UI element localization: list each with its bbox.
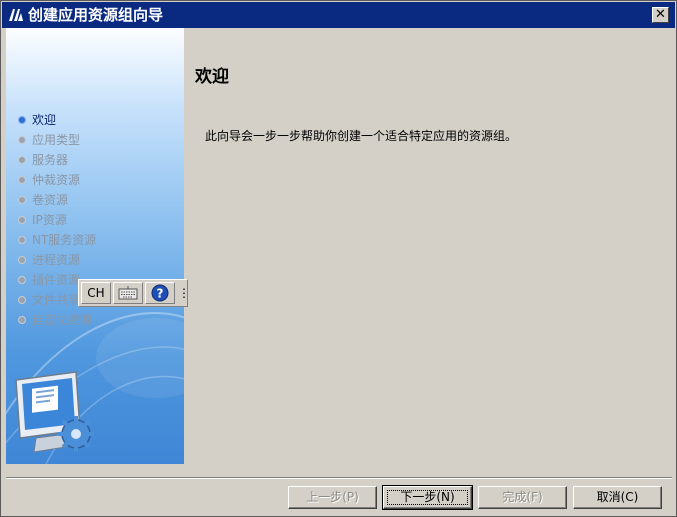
step-bullet-icon xyxy=(18,276,26,284)
step-quorum: 仲裁资源 xyxy=(18,170,96,190)
step-bullet-icon xyxy=(18,316,26,324)
next-button[interactable]: 下一步(N) xyxy=(382,485,473,510)
help-icon: ? xyxy=(151,284,169,302)
step-process: 进程资源 xyxy=(18,250,96,270)
ime-toolbar: CH ? ⋮ xyxy=(78,279,190,307)
step-volume: 卷资源 xyxy=(18,190,96,210)
step-bullet-icon xyxy=(18,296,26,304)
step-welcome: 欢迎 xyxy=(18,110,96,130)
wizard-side-panel: 欢迎 应用类型 服务器 仲裁资源 卷资源 IP资源 NT服务资源 进程资源 插件… xyxy=(6,28,184,464)
close-icon: ✕ xyxy=(655,7,666,22)
computer-monitor-icon xyxy=(6,368,106,464)
keyboard-icon xyxy=(118,286,138,300)
step-bullet-icon xyxy=(18,256,26,264)
step-ip: IP资源 xyxy=(18,210,96,230)
step-bullet-icon xyxy=(18,156,26,164)
step-custom: 自定义资源 xyxy=(18,310,96,330)
step-nt-service: NT服务资源 xyxy=(18,230,96,250)
ime-options-arrow[interactable]: ⋮ xyxy=(178,283,190,303)
step-app-type: 应用类型 xyxy=(18,130,96,150)
back-button[interactable]: 上一步(P) xyxy=(288,486,377,509)
ime-language-button[interactable]: CH xyxy=(81,282,111,304)
svg-text:?: ? xyxy=(157,287,164,301)
page-description: 此向导会一步一步帮助你创建一个适合特定应用的资源组。 xyxy=(205,129,518,143)
step-bullet-icon xyxy=(18,136,26,144)
cancel-button[interactable]: 取消(C) xyxy=(573,486,662,509)
app-logo-icon xyxy=(8,8,24,22)
step-bullet-icon xyxy=(18,176,26,184)
wizard-window: 创建应用资源组向导 ✕ 欢迎 应用类型 服务器 仲裁资源 卷资源 IP资源 NT… xyxy=(0,0,677,517)
finish-button[interactable]: 完成(F) xyxy=(478,486,567,509)
ime-keyboard-button[interactable] xyxy=(113,282,143,304)
ime-help-button[interactable]: ? xyxy=(145,282,175,304)
button-separator xyxy=(6,477,672,479)
step-bullet-icon xyxy=(18,236,26,244)
close-button[interactable]: ✕ xyxy=(652,7,669,23)
page-title: 欢迎 xyxy=(195,67,229,87)
window-title: 创建应用资源组向导 xyxy=(28,6,164,24)
step-bullet-icon xyxy=(18,116,26,124)
title-bar: 创建应用资源组向导 ✕ xyxy=(2,2,675,28)
step-bullet-icon xyxy=(18,216,26,224)
step-bullet-icon xyxy=(18,196,26,204)
step-server: 服务器 xyxy=(18,150,96,170)
